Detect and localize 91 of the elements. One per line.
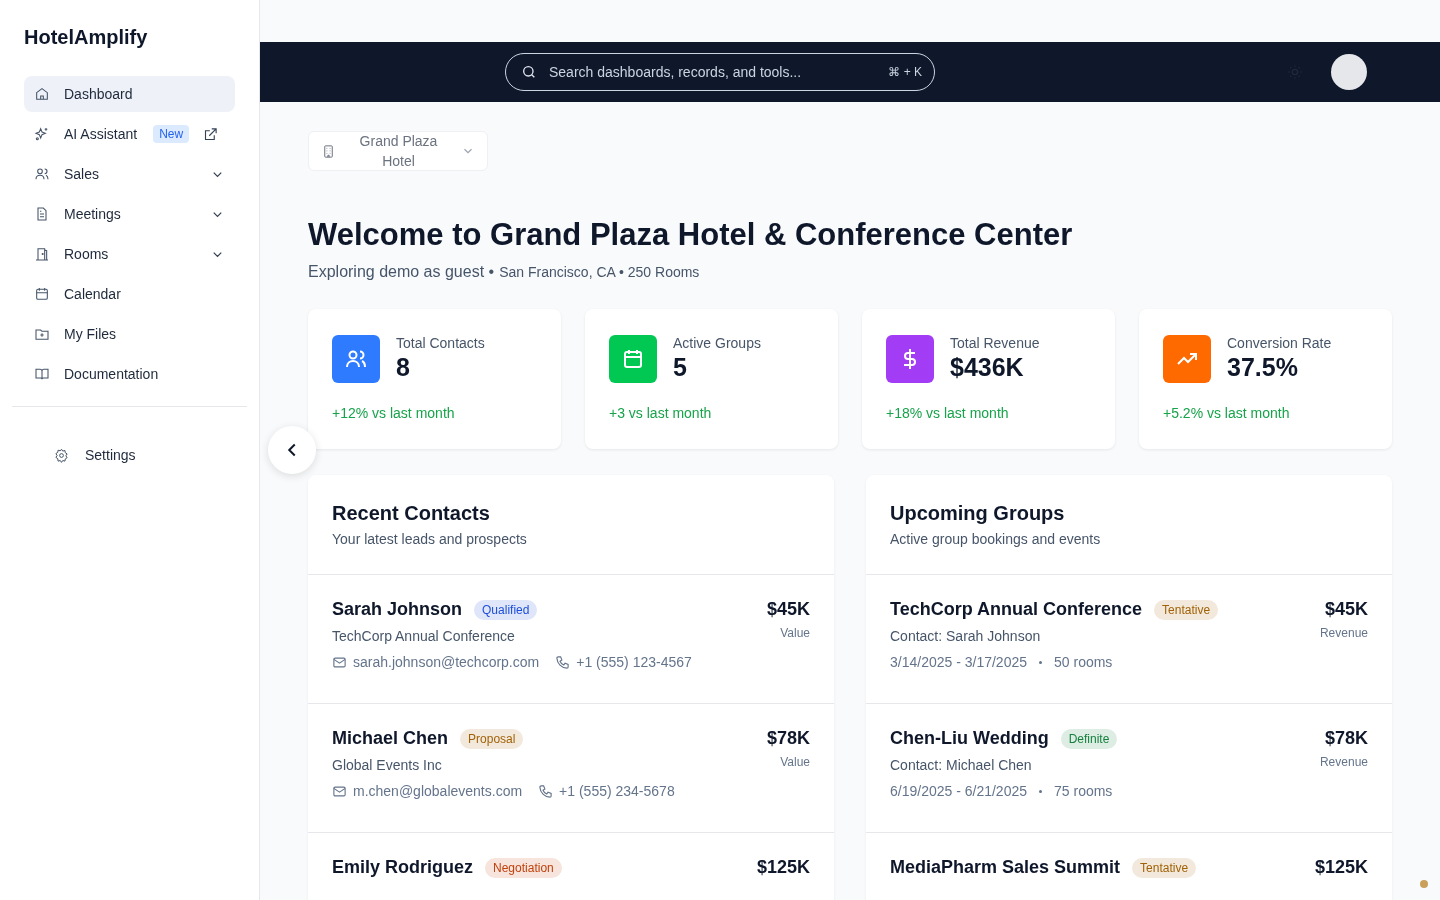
settings-icon — [54, 447, 69, 463]
row-name: MediaPharm Sales Summit — [890, 857, 1121, 878]
subtitle: Exploring demo as guest • — [308, 263, 495, 281]
nav-item[interactable]: Rooms — [24, 236, 235, 272]
panel-title: Recent Contacts — [332, 501, 491, 525]
contact-row[interactable]: Sarah Johnson Qualified TechCorp Annual Conference sarah.johnson@techcorp.com +1 (555) 123-4567 $45K Value — [308, 575, 834, 704]
nav-item[interactable]: My Files — [24, 316, 235, 352]
settings-link[interactable]: Settings — [54, 447, 247, 463]
stat-change: +18% vs last month — [886, 405, 1010, 421]
building-icon — [321, 143, 336, 159]
stat-change: +3 vs last month — [609, 405, 713, 421]
stat-label: Total Contacts — [396, 335, 485, 351]
app-logo: HotelAmplify — [23, 25, 149, 50]
stat-label: Active Groups — [673, 335, 761, 351]
contact-row[interactable]: Emily Rodriguez Negotiation $125K — [308, 833, 834, 900]
date-range: 6/19/2025 - 6/21/2025 — [890, 783, 1027, 799]
nav-item[interactable]: Calendar — [24, 276, 235, 312]
row-name: Chen-Liu Wedding — [890, 728, 1049, 749]
phone-text: +1 (555) 123-4567 — [576, 654, 692, 670]
row-name: Sarah Johnson — [332, 599, 463, 620]
status-badge: Tentative — [1132, 857, 1197, 878]
amount-value: $125K — [756, 857, 810, 878]
phone-text: +1 (555) 234-5678 — [559, 783, 675, 799]
amount-label: Value — [779, 626, 810, 640]
room-count: 50 rooms — [1054, 654, 1113, 670]
folder-icon — [34, 326, 50, 342]
amount-value: $78K — [766, 728, 810, 749]
phone-icon — [555, 654, 571, 670]
nav-item[interactable]: Dashboard — [24, 76, 235, 112]
stat-label: Conversion Rate — [1227, 335, 1332, 351]
calendar-icon — [34, 286, 50, 302]
search-input[interactable]: Search dashboards, records, and tools... — [547, 63, 879, 81]
file-icon — [34, 206, 50, 222]
row-name: Emily Rodriguez — [332, 857, 474, 878]
avatar[interactable] — [1331, 54, 1367, 90]
row-name: TechCorp Annual Conference — [890, 599, 1143, 620]
amount-value: $125K — [1314, 857, 1368, 878]
location-text: San Francisco, CA • 250 Rooms — [499, 264, 700, 280]
home-icon — [34, 86, 50, 102]
search-icon — [521, 64, 537, 80]
amount-label: Revenue — [1319, 755, 1368, 769]
group-row[interactable]: Chen-Liu Wedding Definite Contact: Michael Chen 6/19/2025 - 6/21/2025 75 rooms $78K Revenue — [866, 704, 1392, 833]
nav-item[interactable]: AI Assistant New — [24, 116, 235, 152]
stat-change: +12% vs last month — [332, 405, 456, 421]
status-badge: Qualified — [474, 599, 538, 620]
amount-value: $45K — [1323, 599, 1368, 620]
contact-name: Contact: Michael Chen — [890, 757, 1033, 773]
floating-dot-icon[interactable] — [1420, 880, 1428, 888]
door-icon — [34, 246, 50, 262]
mail-icon — [332, 783, 347, 799]
row-name: Michael Chen — [332, 728, 449, 749]
stat-label: Total Revenue — [950, 335, 1040, 351]
stat-value: 5 — [673, 353, 688, 382]
contact-row[interactable]: Michael Chen Proposal Global Events Inc m.chen@globalevents.com +1 (555) 234-5678 $78K Value — [308, 704, 834, 833]
stat-value: 8 — [396, 353, 411, 382]
email-text: m.chen@globalevents.com — [353, 783, 523, 799]
hotel-selector[interactable]: Grand Plaza Hotel — [308, 131, 488, 171]
date-range: 3/14/2025 - 3/17/2025 — [890, 654, 1027, 670]
stat-value: $436K — [950, 353, 1025, 382]
shortcut-hint: ⌘ + K — [888, 65, 922, 79]
email-text: sarah.johnson@techcorp.com — [353, 654, 540, 670]
stat-value: 37.5% — [1227, 353, 1299, 382]
sparkles-icon — [34, 126, 50, 142]
amount-value: $45K — [766, 599, 810, 620]
nav-item[interactable]: Sales — [24, 156, 235, 192]
phone-icon — [538, 783, 554, 799]
status-badge: Definite — [1060, 728, 1118, 749]
group-row[interactable]: TechCorp Annual Conference Tentative Contact: Sarah Johnson 3/14/2025 - 3/17/2025 50 rooms $45K Revenue — [866, 575, 1392, 704]
nav-item[interactable]: Meetings — [24, 196, 235, 232]
page-title: Welcome to Grand Plaza Hotel & Conference Center — [308, 216, 1074, 254]
panel-title: Upcoming Groups — [890, 501, 1066, 525]
status-badge: Proposal — [460, 728, 524, 749]
amount-label: Value — [779, 755, 810, 769]
panel-subtitle: Your latest leads and prospects — [332, 531, 528, 547]
nav-item[interactable]: Documentation — [24, 356, 235, 392]
mail-icon — [332, 654, 347, 670]
panel-subtitle: Active group bookings and events — [890, 531, 1102, 547]
company-name: Global Events Inc — [332, 757, 443, 773]
room-count: 75 rooms — [1054, 783, 1113, 799]
company-name: TechCorp Annual Conference — [332, 628, 516, 644]
users-icon — [34, 166, 50, 182]
status-badge: Tentative — [1154, 599, 1219, 620]
book-icon — [34, 366, 50, 382]
calendar-icon — [621, 347, 645, 371]
status-badge: Negotiation — [485, 857, 562, 878]
amount-label: Revenue — [1319, 626, 1368, 640]
stat-change: +5.2% vs last month — [1163, 405, 1291, 421]
amount-value: $78K — [1323, 728, 1368, 749]
contact-name: Contact: Sarah Johnson — [890, 628, 1042, 644]
group-row[interactable]: MediaPharm Sales Summit Tentative $125K — [866, 833, 1392, 900]
collapse-button[interactable] — [268, 426, 316, 474]
